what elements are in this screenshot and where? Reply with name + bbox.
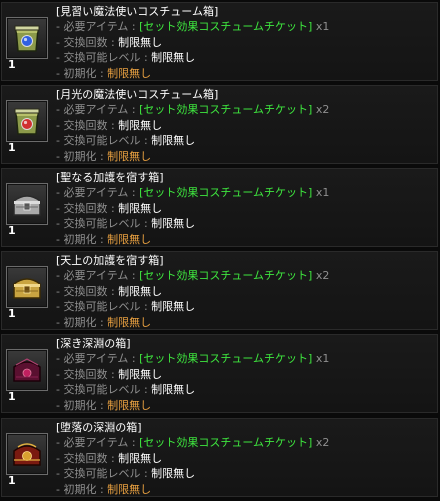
ticket-quantity: x2: [315, 436, 330, 450]
exchange-item-row[interactable]: 1 [天上の加護を宿す箱] - 必要アイテム : [セット効果コスチュームチケッ…: [1, 251, 438, 330]
reset-value: 制限無し: [107, 232, 152, 246]
item-slot[interactable]: [6, 433, 48, 475]
exchange-level-label: - 交換可能レベル :: [56, 134, 148, 148]
exchange-count-value: 制限無し: [118, 284, 163, 298]
required-item-label: - 必要アイテム :: [56, 103, 136, 117]
ticket-quantity: x2: [315, 103, 330, 117]
item-slot[interactable]: [6, 349, 48, 391]
reset-label: - 初期化 :: [56, 66, 104, 80]
item-quantity: 1: [8, 224, 16, 237]
ticket-quantity: x1: [315, 352, 330, 366]
exchange-level-value: 制限無し: [151, 383, 196, 397]
exchange-item-row[interactable]: 1 [見習い魔法使いコスチューム箱] - 必要アイテム : [セット効果コスチュ…: [1, 2, 438, 81]
required-ticket: [セット効果コスチュームチケット]: [139, 352, 313, 366]
item-slot[interactable]: [6, 100, 48, 142]
exchange-count-value: 制限無し: [118, 118, 163, 132]
exchange-level-label: - 交換可能レベル :: [56, 300, 148, 314]
item-title: [見習い魔法使いコスチューム箱]: [56, 5, 219, 18]
exchange-level-value: 制限無し: [151, 51, 196, 65]
reset-value: 制限無し: [107, 398, 152, 412]
exchange-level-label: - 交換可能レベル :: [56, 51, 148, 65]
item-quantity: 1: [8, 58, 16, 71]
exchange-level-label: - 交換可能レベル :: [56, 383, 148, 397]
required-ticket: [セット効果コスチュームチケット]: [139, 436, 313, 450]
exchange-count-value: 制限無し: [118, 35, 163, 49]
item-quantity: 1: [8, 141, 16, 154]
reset-label: - 初期化 :: [56, 315, 104, 329]
required-item-label: - 必要アイテム :: [56, 186, 136, 200]
exchange-level-value: 制限無し: [151, 467, 196, 481]
required-ticket: [セット効果コスチュームチケット]: [139, 20, 313, 34]
ticket-quantity: x2: [315, 269, 330, 283]
item-title: [聖なる加護を宿す箱]: [56, 171, 164, 184]
ticket-quantity: x1: [315, 20, 330, 34]
exchange-item-list: 1 [見習い魔法使いコスチューム箱] - 必要アイテム : [セット効果コスチュ…: [0, 0, 440, 501]
reset-value: 制限無し: [107, 315, 152, 329]
item-title: [深き深淵の箱]: [56, 337, 131, 350]
ticket-quantity: x1: [315, 186, 330, 200]
exchange-count-label: - 交換回数 :: [56, 451, 115, 465]
exchange-item-row[interactable]: 1 [聖なる加護を宿す箱] - 必要アイテム : [セット効果コスチュームチケッ…: [1, 168, 438, 247]
exchange-count-value: 制限無し: [118, 367, 163, 381]
item-title: [堕落の深淵の箱]: [56, 421, 142, 434]
reset-label: - 初期化 :: [56, 149, 104, 163]
exchange-level-label: - 交換可能レベル :: [56, 467, 148, 481]
item-title: [月光の魔法使いコスチューム箱]: [56, 88, 219, 101]
item-quantity: 1: [8, 390, 16, 403]
exchange-level-value: 制限無し: [151, 217, 196, 231]
reset-value: 制限無し: [107, 66, 152, 80]
reset-value: 制限無し: [107, 482, 152, 496]
required-ticket: [セット効果コスチュームチケット]: [139, 103, 313, 117]
exchange-count-label: - 交換回数 :: [56, 201, 115, 215]
reset-label: - 初期化 :: [56, 232, 104, 246]
exchange-item-row[interactable]: 1 [堕落の深淵の箱] - 必要アイテム : [セット効果コスチュームチケット]…: [1, 418, 438, 497]
exchange-count-label: - 交換回数 :: [56, 367, 115, 381]
required-item-label: - 必要アイテム :: [56, 20, 136, 34]
required-item-label: - 必要アイテム :: [56, 269, 136, 283]
required-item-label: - 必要アイテム :: [56, 436, 136, 450]
item-slot[interactable]: [6, 266, 48, 308]
item-title: [天上の加護を宿す箱]: [56, 254, 164, 267]
reset-value: 制限無し: [107, 149, 152, 163]
exchange-level-value: 制限無し: [151, 300, 196, 314]
exchange-count-label: - 交換回数 :: [56, 284, 115, 298]
exchange-count-label: - 交換回数 :: [56, 35, 115, 49]
item-slot[interactable]: [6, 17, 48, 59]
item-quantity: 1: [8, 307, 16, 320]
exchange-count-value: 制限無し: [118, 451, 163, 465]
exchange-item-row[interactable]: 1 [深き深淵の箱] - 必要アイテム : [セット効果コスチュームチケット] …: [1, 334, 438, 413]
required-ticket: [セット効果コスチュームチケット]: [139, 269, 313, 283]
exchange-level-label: - 交換可能レベル :: [56, 217, 148, 231]
reset-label: - 初期化 :: [56, 482, 104, 496]
item-slot[interactable]: [6, 183, 48, 225]
reset-label: - 初期化 :: [56, 398, 104, 412]
exchange-item-row[interactable]: 1 [月光の魔法使いコスチューム箱] - 必要アイテム : [セット効果コスチュ…: [1, 85, 438, 164]
required-ticket: [セット効果コスチュームチケット]: [139, 186, 313, 200]
item-quantity: 1: [8, 474, 16, 487]
exchange-level-value: 制限無し: [151, 134, 196, 148]
exchange-count-label: - 交換回数 :: [56, 118, 115, 132]
required-item-label: - 必要アイテム :: [56, 352, 136, 366]
exchange-count-value: 制限無し: [118, 201, 163, 215]
